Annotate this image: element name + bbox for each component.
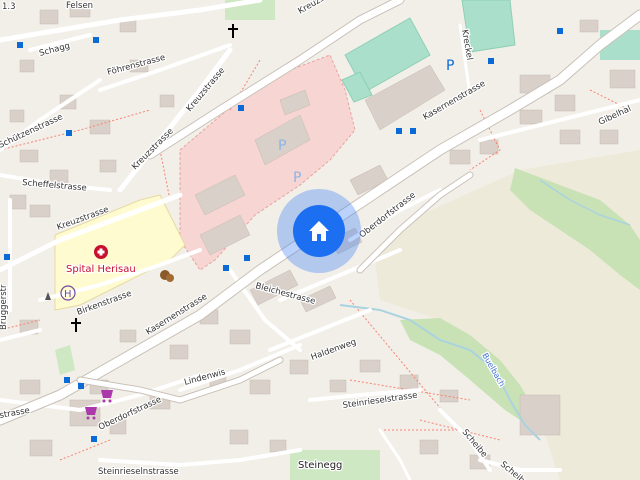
street-label-steinriesel-lower: Steinrieselnstrasse [98,467,179,477]
hospital-label: Spital Herisau [66,264,136,275]
street-label-felsen: Felsen [66,1,93,11]
map-canvas[interactable]: P P P Spital Herisau H Felsen Schagg Föh… [0,0,640,480]
parking-icon-1: P [278,138,286,154]
parking-icon-2: P [293,170,301,186]
parking-icon-3: P [446,58,454,74]
place-label-steinegg: Steinegg [298,460,342,471]
svg-text:H: H [64,289,72,300]
corner-label: 1.3 [2,2,16,12]
location-marker[interactable] [277,189,361,273]
hospital-icon [94,245,108,259]
street-label-left-vertical: Bruggerstr [0,284,9,330]
